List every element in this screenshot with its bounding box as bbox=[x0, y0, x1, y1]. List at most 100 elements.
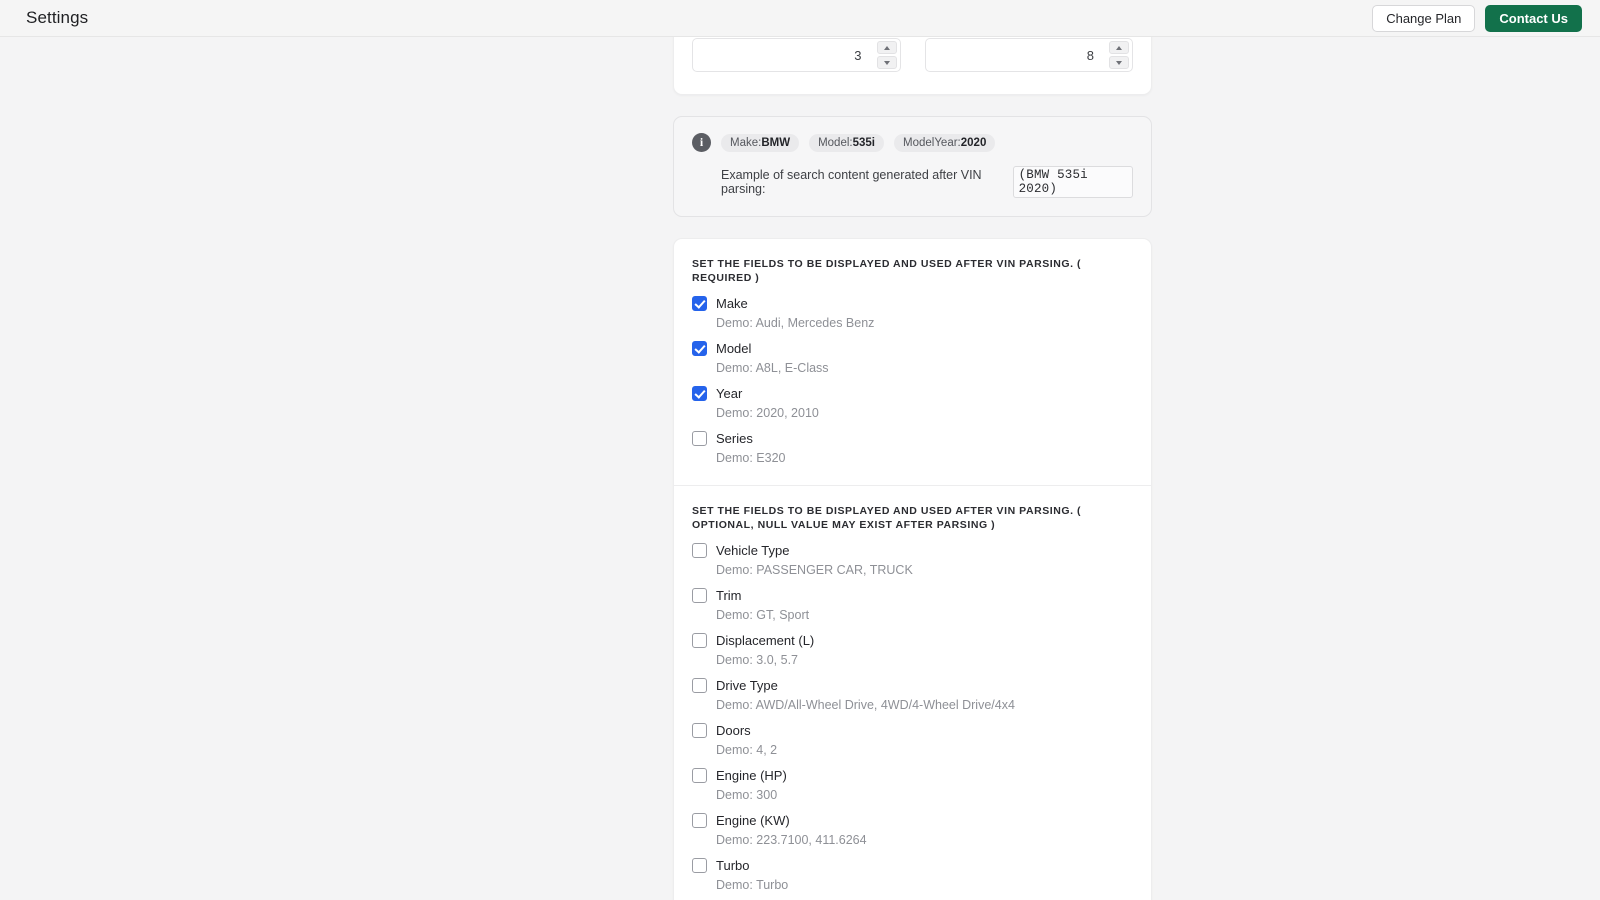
field-label: Trim bbox=[716, 588, 742, 603]
field-checkbox[interactable] bbox=[692, 588, 707, 603]
max-value-stepper-decrement[interactable] bbox=[1109, 56, 1129, 69]
field-label: Vehicle Type bbox=[716, 543, 789, 558]
field-demo: Demo: E320 bbox=[716, 451, 1133, 465]
field-row[interactable]: Model bbox=[692, 339, 1133, 357]
field-row[interactable]: Vehicle Type bbox=[692, 541, 1133, 559]
max-value-stepper-increment[interactable] bbox=[1109, 41, 1129, 54]
field-row[interactable]: Drive Type bbox=[692, 676, 1133, 694]
chip-key: Make: bbox=[730, 137, 761, 149]
field-item: Turbo Demo: Turbo bbox=[692, 856, 1133, 892]
header-actions: Change Plan Contact Us bbox=[1372, 5, 1582, 32]
field-item: Engine (HP) Demo: 300 bbox=[692, 766, 1133, 802]
vin-chip: Model:535i bbox=[809, 134, 884, 152]
vin-attribute-chips: Make:BMW Model:535i ModelYear:2020 bbox=[721, 134, 995, 152]
settings-scroll-area[interactable]: i Make:BMWModel:535iModelYear:2020 Examp… bbox=[0, 37, 1600, 900]
field-checkbox[interactable] bbox=[692, 543, 707, 558]
field-row[interactable]: Engine (KW) bbox=[692, 811, 1133, 829]
optional-fields-list: Vehicle Type Demo: PASSENGER CAR, TRUCK Tr… bbox=[692, 541, 1133, 892]
field-demo: Demo: Audi, Mercedes Benz bbox=[716, 316, 1133, 330]
field-checkbox[interactable] bbox=[692, 768, 707, 783]
field-row[interactable]: Displacement (L) bbox=[692, 631, 1133, 649]
page-title: Settings bbox=[26, 8, 88, 28]
chip-value: BMW bbox=[761, 137, 790, 149]
field-demo: Demo: PASSENGER CAR, TRUCK bbox=[716, 563, 1133, 577]
field-checkbox[interactable] bbox=[692, 678, 707, 693]
chip-key: ModelYear: bbox=[903, 137, 961, 149]
optional-fields-section: SET THE FIELDS TO BE DISPLAYED AND USED … bbox=[674, 485, 1151, 900]
field-checkbox[interactable] bbox=[692, 723, 707, 738]
field-label: Year bbox=[716, 386, 742, 401]
field-label: Turbo bbox=[716, 858, 749, 873]
field-item: Engine (KW) Demo: 223.7100, 411.6264 bbox=[692, 811, 1133, 847]
example-label: Example of search content generated afte… bbox=[721, 168, 1011, 196]
field-label: Engine (HP) bbox=[716, 768, 787, 783]
field-item: Doors Demo: 4, 2 bbox=[692, 721, 1133, 757]
field-checkbox[interactable] bbox=[692, 296, 707, 311]
field-checkbox[interactable] bbox=[692, 633, 707, 648]
field-item: Make Demo: Audi, Mercedes Benz bbox=[692, 294, 1133, 330]
optional-section-title: SET THE FIELDS TO BE DISPLAYED AND USED … bbox=[692, 504, 1133, 532]
min-value-stepper[interactable] bbox=[692, 38, 901, 72]
field-item: Trim Demo: GT, Sport bbox=[692, 586, 1133, 622]
max-value-stepper-input[interactable] bbox=[925, 38, 1134, 72]
field-item: Drive Type Demo: AWD/All-Wheel Drive, 4WD… bbox=[692, 676, 1133, 712]
numeric-range-card bbox=[673, 37, 1152, 95]
field-demo: Demo: A8L, E-Class bbox=[716, 361, 1133, 375]
field-label: Series bbox=[716, 431, 753, 446]
field-demo: Demo: GT, Sport bbox=[716, 608, 1133, 622]
field-demo: Demo: 4, 2 bbox=[716, 743, 1133, 757]
min-value-stepper-decrement[interactable] bbox=[877, 56, 897, 69]
required-fields-list: Make Demo: Audi, Mercedes Benz Model Demo: … bbox=[692, 294, 1133, 465]
field-item: Series Demo: E320 bbox=[692, 429, 1133, 465]
field-checkbox[interactable] bbox=[692, 386, 707, 401]
max-value-stepper[interactable] bbox=[925, 38, 1134, 72]
min-value-stepper-increment[interactable] bbox=[877, 41, 897, 54]
field-demo: Demo: AWD/All-Wheel Drive, 4WD/4-Wheel D… bbox=[716, 698, 1133, 712]
field-label: Doors bbox=[716, 723, 751, 738]
example-code: (BMW 535i 2020) bbox=[1013, 166, 1133, 198]
caret-down-icon bbox=[884, 61, 890, 65]
field-row[interactable]: Turbo bbox=[692, 856, 1133, 874]
field-label: Displacement (L) bbox=[716, 633, 814, 648]
banner-top-row: i Make:BMWModel:535iModelYear:2020 bbox=[692, 133, 1133, 152]
required-section-title: SET THE FIELDS TO BE DISPLAYED AND USED … bbox=[692, 257, 1133, 285]
vin-parsing-info-banner: i Make:BMWModel:535iModelYear:2020 Examp… bbox=[673, 116, 1152, 217]
vin-fields-card: SET THE FIELDS TO BE DISPLAYED AND USED … bbox=[673, 238, 1152, 900]
change-plan-button[interactable]: Change Plan bbox=[1372, 5, 1475, 32]
field-row[interactable]: Series bbox=[692, 429, 1133, 447]
settings-content-column: i Make:BMWModel:535iModelYear:2020 Examp… bbox=[673, 37, 1152, 900]
field-item: Displacement (L) Demo: 3.0, 5.7 bbox=[692, 631, 1133, 667]
field-row[interactable]: Trim bbox=[692, 586, 1133, 604]
caret-down-icon bbox=[1116, 61, 1122, 65]
field-checkbox[interactable] bbox=[692, 341, 707, 356]
field-checkbox[interactable] bbox=[692, 858, 707, 873]
banner-example-row: Example of search content generated afte… bbox=[721, 166, 1133, 198]
field-checkbox[interactable] bbox=[692, 813, 707, 828]
field-demo: Demo: 3.0, 5.7 bbox=[716, 653, 1133, 667]
field-demo: Demo: 2020, 2010 bbox=[716, 406, 1133, 420]
field-item: Year Demo: 2020, 2010 bbox=[692, 384, 1133, 420]
field-label: Make bbox=[716, 296, 748, 311]
field-checkbox[interactable] bbox=[692, 431, 707, 446]
field-row[interactable]: Doors bbox=[692, 721, 1133, 739]
field-label: Engine (KW) bbox=[716, 813, 790, 828]
field-demo: Demo: Turbo bbox=[716, 878, 1133, 892]
field-row[interactable]: Engine (HP) bbox=[692, 766, 1133, 784]
field-item: Model Demo: A8L, E-Class bbox=[692, 339, 1133, 375]
contact-us-button[interactable]: Contact Us bbox=[1485, 5, 1582, 32]
field-demo: Demo: 223.7100, 411.6264 bbox=[716, 833, 1133, 847]
field-demo: Demo: 300 bbox=[716, 788, 1133, 802]
vin-chip: Make:BMW bbox=[721, 134, 799, 152]
caret-up-icon bbox=[1116, 46, 1122, 50]
min-value-stepper-buttons bbox=[877, 41, 897, 69]
field-item: Vehicle Type Demo: PASSENGER CAR, TRUCK bbox=[692, 541, 1133, 577]
chip-value: 535i bbox=[853, 137, 875, 149]
caret-up-icon bbox=[884, 46, 890, 50]
max-value-stepper-buttons bbox=[1109, 41, 1129, 69]
app-header: Settings Change Plan Contact Us bbox=[0, 0, 1600, 37]
field-row[interactable]: Make bbox=[692, 294, 1133, 312]
vin-chip: ModelYear:2020 bbox=[894, 134, 995, 152]
required-fields-section: SET THE FIELDS TO BE DISPLAYED AND USED … bbox=[674, 239, 1151, 485]
field-row[interactable]: Year bbox=[692, 384, 1133, 402]
min-value-stepper-input[interactable] bbox=[692, 38, 901, 72]
